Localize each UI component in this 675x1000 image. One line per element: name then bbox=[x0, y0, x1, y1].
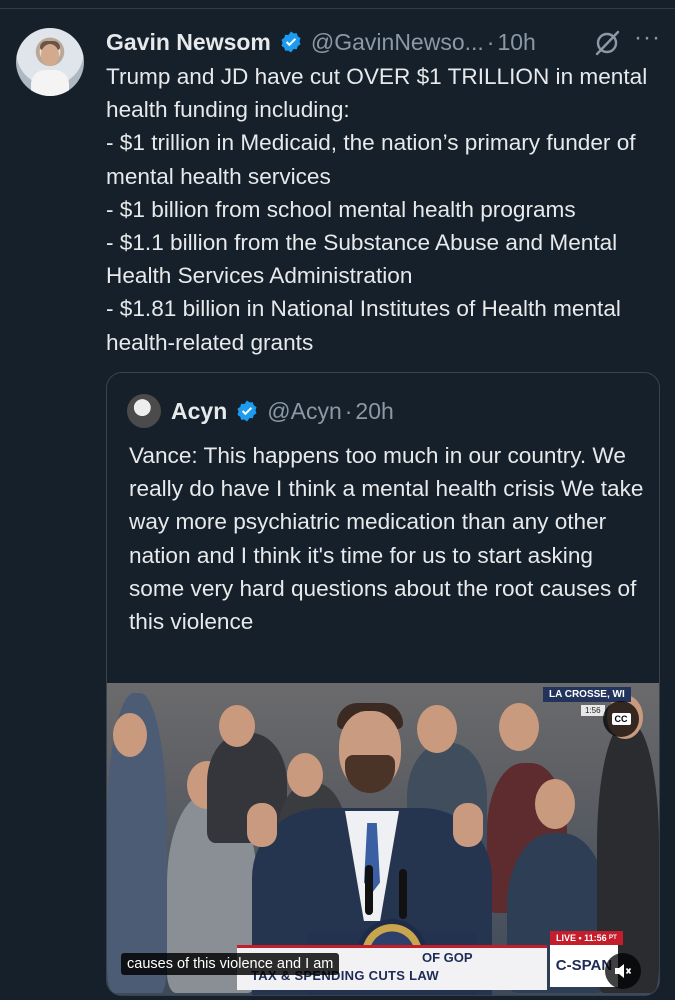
video-player[interactable]: LA CROSSE, WI 1:56 CC LIVE • 11:56 ᴾᵀ OF… bbox=[107, 683, 659, 995]
separator-dot: · bbox=[486, 28, 495, 55]
author-handle[interactable]: @GavinNewso... bbox=[311, 29, 484, 56]
quoted-tweet-header: Acyn @Acyn · 20h bbox=[127, 393, 394, 429]
location-badge: LA CROSSE, WI bbox=[543, 687, 631, 702]
grok-icon[interactable] bbox=[591, 27, 623, 59]
top-divider bbox=[0, 8, 675, 9]
chyron-line-1: OF GOP bbox=[422, 950, 473, 965]
quoted-author-name[interactable]: Acyn bbox=[171, 398, 227, 425]
separator-dot: · bbox=[344, 397, 353, 424]
live-badge: LIVE • 11:56 ᴾᵀ bbox=[550, 931, 623, 945]
quoted-tweet-time[interactable]: 20h bbox=[355, 398, 393, 425]
mute-button[interactable] bbox=[605, 953, 641, 989]
closed-captions-button[interactable]: CC bbox=[603, 701, 639, 737]
news-chyron: LIVE • 11:56 ᴾᵀ OF GOP TAX & SPENDING CU… bbox=[107, 931, 659, 995]
author-avatar[interactable] bbox=[16, 28, 84, 96]
quoted-tweet-text: Vance: This happens too much in our coun… bbox=[129, 443, 644, 635]
tweet-text: Trump and JD have cut OVER $1 TRILLION i… bbox=[106, 64, 648, 355]
cc-icon: CC bbox=[611, 713, 631, 725]
tweet-header: Gavin Newsom @GavinNewso... · 10h ··· bbox=[106, 24, 661, 60]
verified-badge-icon bbox=[237, 400, 257, 422]
quoted-author-avatar[interactable] bbox=[127, 394, 161, 428]
location-time: 1:56 bbox=[581, 705, 605, 716]
quoted-author-handle[interactable]: @Acyn bbox=[267, 398, 341, 425]
speaker-muted-icon bbox=[615, 964, 632, 978]
video-caption: causes of this violence and I am bbox=[121, 953, 340, 975]
tweet-time[interactable]: 10h bbox=[497, 29, 535, 56]
author-name[interactable]: Gavin Newsom bbox=[106, 29, 271, 56]
quoted-tweet[interactable]: Acyn @Acyn · 20h Vance: This happens too… bbox=[106, 372, 660, 996]
more-options-icon[interactable]: ··· bbox=[634, 24, 661, 52]
verified-badge-icon bbox=[281, 31, 301, 53]
